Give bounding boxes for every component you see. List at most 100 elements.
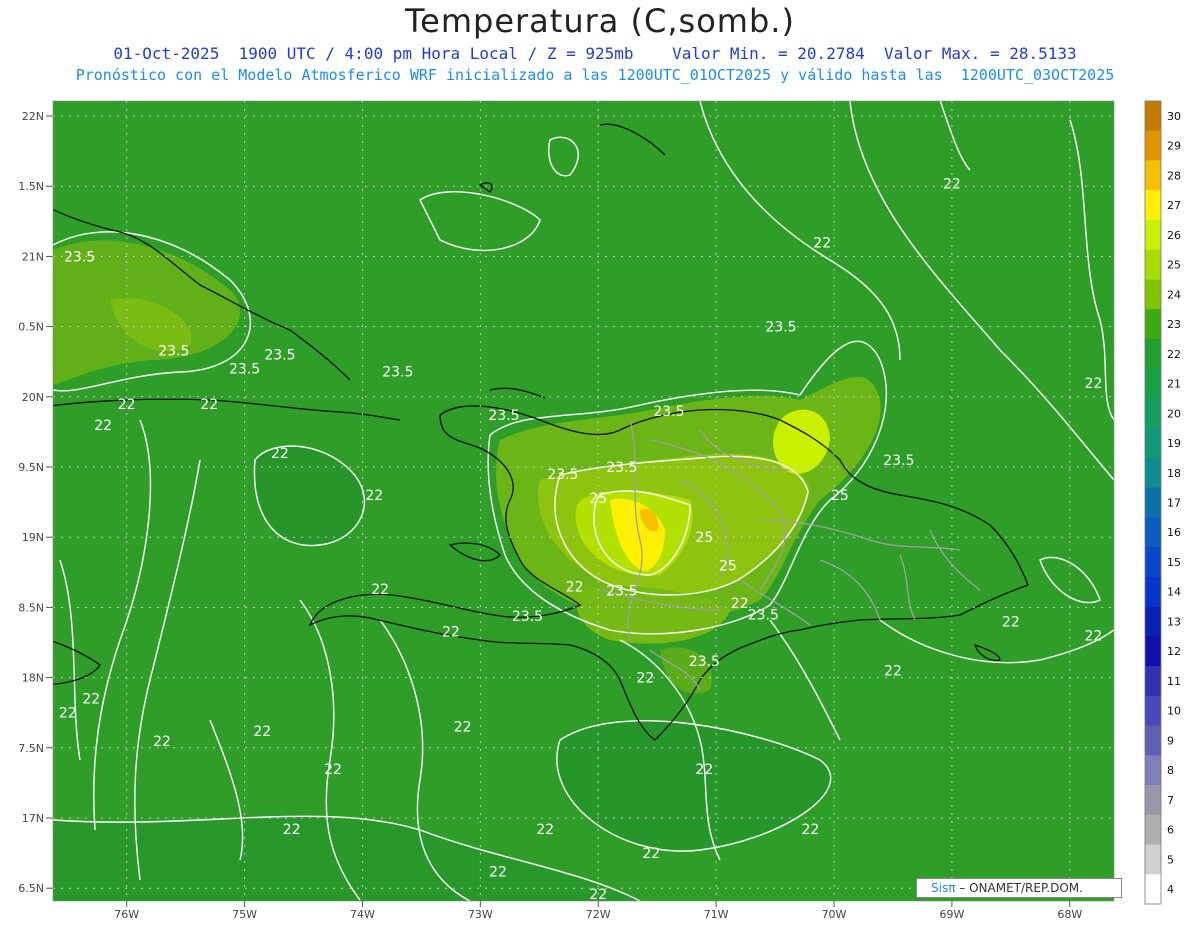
- contour-label: 22: [802, 822, 820, 838]
- colorbar-swatch: [1145, 249, 1161, 280]
- colorbar-swatch: [1145, 636, 1161, 667]
- credit-onamet: – ONAMET/REP.DOM.: [959, 881, 1083, 895]
- colorbar-label: 17: [1167, 497, 1181, 510]
- lon-tick-label: 68W: [1057, 908, 1082, 921]
- colorbar-swatch: [1145, 309, 1161, 340]
- colorbar-swatch: [1145, 844, 1161, 875]
- colorbar-swatch: [1145, 428, 1161, 459]
- colorbar-swatch: [1145, 725, 1161, 756]
- lon-tick-label: 74W: [350, 908, 375, 921]
- contour-label: 22: [1084, 628, 1102, 644]
- contour-label: 23.5: [229, 362, 260, 378]
- contour-label: 22: [813, 235, 831, 251]
- colorbar-swatch: [1145, 695, 1161, 727]
- lat-tick-label: 6.5N: [18, 882, 44, 895]
- lon-tick-label: 71W: [704, 908, 729, 921]
- contour-label: 25: [695, 530, 713, 546]
- contour-label: 22: [454, 720, 472, 736]
- colorbar-label: 11: [1167, 675, 1181, 688]
- contour-label: 22: [442, 624, 460, 640]
- contour-label: 23.5: [883, 453, 914, 469]
- colorbar-swatch: [1145, 338, 1161, 370]
- lat-tick-label: 1.5N: [18, 180, 44, 193]
- colorbar-label: 24: [1167, 288, 1181, 301]
- contour-label: 22: [884, 664, 902, 680]
- colorbar-swatch: [1145, 101, 1161, 132]
- colorbar-label: 19: [1167, 437, 1181, 450]
- latitude-axis: 22N 1.5N 21N 0.5N 20N 9.5N 19N 8.5N 18N 7.5N 17N 6.…: [18, 110, 53, 895]
- colorbar-swatch: [1145, 279, 1161, 310]
- colorbar-label: 9: [1167, 734, 1174, 747]
- contour-label: 22: [566, 579, 584, 595]
- credit-box: Sisπ – ONAMET/REP.DOM.: [916, 878, 1122, 898]
- colorbar-label: 16: [1167, 526, 1181, 539]
- colorbar-label: 14: [1167, 586, 1181, 599]
- contour-label: 23.5: [64, 249, 95, 265]
- colorbar-swatch: [1145, 190, 1161, 221]
- lat-tick-label: 20N: [22, 391, 44, 404]
- contour-label: 23.5: [488, 408, 519, 424]
- contour-label: 23.5: [512, 609, 543, 625]
- colorbar-swatch: [1145, 130, 1161, 161]
- colorbar-label: 28: [1167, 169, 1181, 182]
- colorbar-label: 5: [1167, 853, 1174, 866]
- lon-tick-label: 75W: [232, 908, 257, 921]
- contour-label: 22: [589, 887, 607, 903]
- lon-tick-label: 70W: [822, 908, 847, 921]
- forecast-map[interactable]: 23.523.5 23.523.5 23.522 2222222223.523.5 23…: [0, 0, 1200, 927]
- contour-label: 22: [324, 762, 342, 778]
- contour-label: 22: [1084, 376, 1102, 392]
- lon-tick-label: 76W: [114, 908, 139, 921]
- contour-label: 22: [536, 822, 554, 838]
- contour-label: 23.5: [547, 467, 578, 483]
- colorbar-label: 10: [1167, 705, 1181, 718]
- lat-tick-label: 7.5N: [18, 742, 44, 755]
- lat-tick-label: 0.5N: [18, 321, 44, 334]
- colorbar-label: 30: [1167, 110, 1181, 123]
- lat-tick-label: 17N: [22, 812, 44, 825]
- contour-label: 23.5: [158, 343, 189, 359]
- colorbar-swatch: [1145, 666, 1161, 697]
- contour-label: 22: [365, 488, 383, 504]
- contour-label: 23.5: [382, 365, 413, 381]
- colorbar-label: 23: [1167, 318, 1181, 331]
- lon-tick-label: 69W: [939, 908, 964, 921]
- colorbar-label: 26: [1167, 229, 1181, 242]
- colorbar-swatch: [1145, 487, 1161, 518]
- contour-label: 22: [82, 692, 100, 708]
- contour-label: 22: [642, 846, 660, 862]
- lat-tick-label: 22N: [22, 110, 44, 123]
- contour-label: 23.5: [748, 607, 779, 623]
- contour-label: 22: [118, 397, 136, 413]
- colorbar-label: 29: [1167, 140, 1181, 153]
- credit-sispi: Sisπ: [931, 881, 956, 895]
- colorbar-label: 21: [1167, 378, 1181, 391]
- colorbar-label: 25: [1167, 259, 1181, 272]
- contour-label: 22: [371, 582, 389, 598]
- contour-label: 23.5: [765, 320, 796, 336]
- contour-label: 22: [489, 864, 507, 880]
- colorbar-swatch: [1145, 160, 1161, 191]
- colorbar-swatch: [1145, 755, 1161, 786]
- colorbar-swatch: [1145, 576, 1161, 608]
- contour-label: 23.5: [606, 460, 637, 476]
- colorbar-swatch: [1145, 785, 1161, 816]
- colorbar-label: 6: [1167, 824, 1174, 837]
- lat-tick-label: 9.5N: [18, 461, 44, 474]
- contour-label: 22: [94, 418, 112, 434]
- colorbar-swatch: [1145, 368, 1161, 399]
- colorbar-swatch: [1145, 606, 1161, 637]
- contour-label: 22: [731, 596, 749, 612]
- colorbar-label: 13: [1167, 615, 1181, 628]
- contour-label: 22: [200, 397, 218, 413]
- colorbar-swatch: [1145, 219, 1161, 251]
- colorbar-swatch: [1145, 874, 1161, 905]
- contour-label: 22: [253, 724, 271, 740]
- contour-label: 22: [636, 671, 654, 687]
- contour-label: 22: [943, 176, 961, 192]
- contour-label: 25: [831, 488, 849, 504]
- colorbar-label: 22: [1167, 348, 1181, 361]
- colorbar-swatch: [1145, 547, 1161, 578]
- contour-label: 23.5: [264, 348, 295, 364]
- contour-label: 23.5: [606, 584, 637, 600]
